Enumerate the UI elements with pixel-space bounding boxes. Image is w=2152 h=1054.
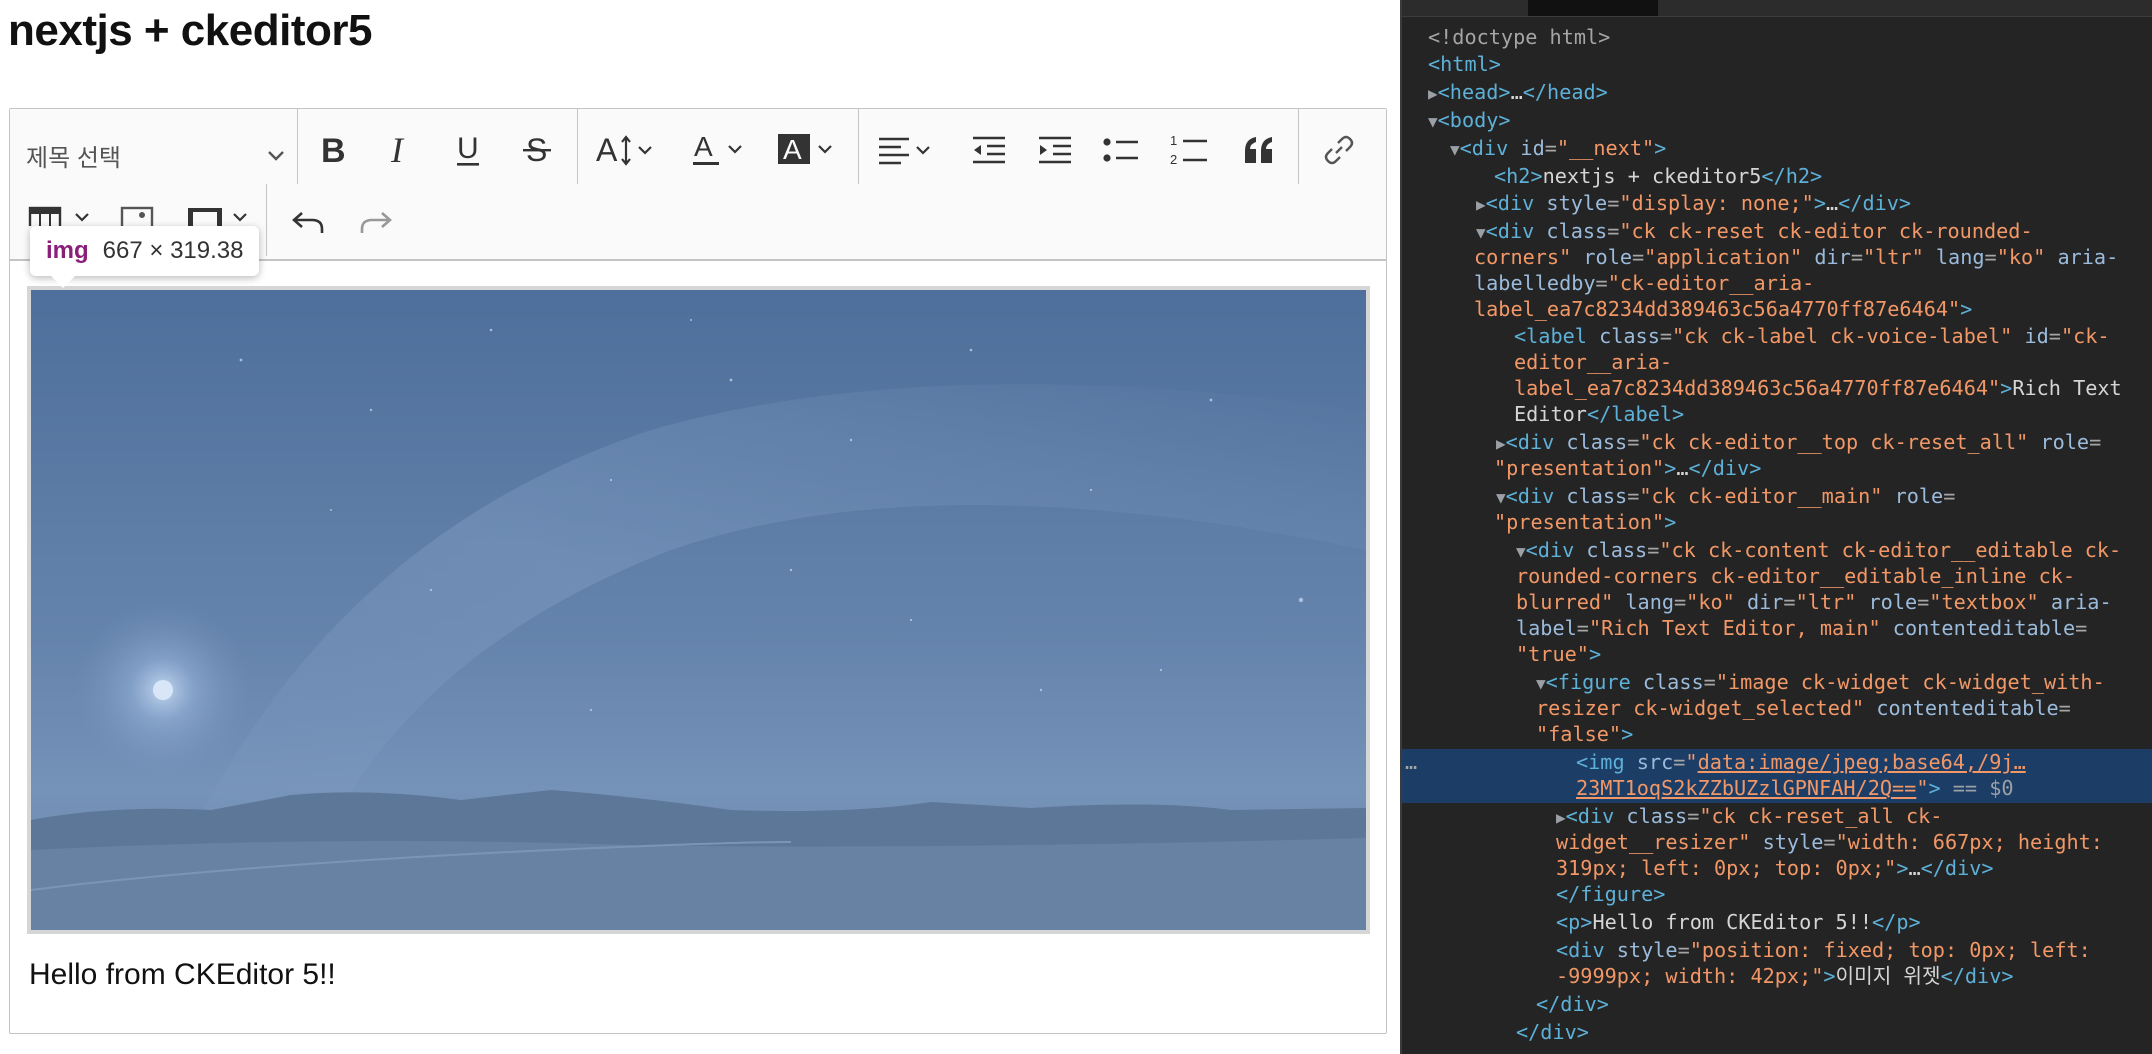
dom-node[interactable]: <div style="position: fixed; top: 0px; l… <box>1402 937 2152 963</box>
svg-text:1: 1 <box>1170 133 1177 148</box>
dom-node-cont: resizer ck-widget_selected" contentedita… <box>1536 696 2071 720</box>
tooltip-dimensions: 667 × 319.38 <box>102 237 244 264</box>
heading-dropdown[interactable]: 제목 선택 <box>26 127 286 183</box>
dom-node[interactable]: ▼<div id="__next"> <box>1402 135 2152 161</box>
dom-node[interactable]: ▶<div class="ck ck-reset_all ck- <box>1402 803 2152 829</box>
svg-text:A: A <box>694 132 713 162</box>
media-embed-icon[interactable] <box>184 200 254 226</box>
page-title: nextjs + ckeditor5 <box>8 6 372 55</box>
alignment-icon[interactable] <box>874 124 944 176</box>
block-quote-icon[interactable] <box>1232 124 1286 176</box>
dom-node-cont: label_ea7c8234dd389463c56a4770ff87e6464"… <box>1514 376 2122 400</box>
dom-node-cont: "presentation"> <box>1494 510 1677 534</box>
dom-node-cont: 23MT1oqS2kZZbUZzlGPNFAH/2Q=="> == $0 <box>1576 776 2014 800</box>
tooltip-tag: img <box>46 237 89 264</box>
dom-node[interactable]: <p>Hello from CKEditor 5!!</p> <box>1402 909 2152 935</box>
redo-icon[interactable] <box>350 196 402 248</box>
dom-node-cont: blurred" lang="ko" dir="ltr" role="textb… <box>1516 590 2112 614</box>
dom-node-cont: -9999px; width: 42px;">이미지 위젯</div> <box>1556 964 2014 988</box>
indent-icon[interactable] <box>1028 124 1082 176</box>
dom-node[interactable]: ▼<div class="ck ck-editor__main" role= <box>1402 483 2152 509</box>
dom-node[interactable]: </div> <box>1402 991 2152 1017</box>
dom-node[interactable]: ▼<body> <box>1402 107 2152 133</box>
italic-icon[interactable]: I <box>374 124 428 176</box>
dom-node[interactable]: </figure> <box>1402 881 2152 907</box>
svg-text:A: A <box>596 133 618 167</box>
dom-node-cont: 319px; left: 0px; top: 0px;">…</div> <box>1556 856 1994 880</box>
bold-icon[interactable]: B <box>306 124 360 176</box>
dom-node-cont: corners" role="application" dir="ltr" la… <box>1474 245 2119 269</box>
svg-text:B: B <box>321 133 346 167</box>
svg-text:A: A <box>783 134 802 165</box>
link-icon[interactable] <box>1312 124 1366 176</box>
devtools-elements-panel: <!doctype html> <html> ▶<head>…</head> ▼… <box>1402 0 2152 1054</box>
insert-image-icon[interactable] <box>118 200 158 226</box>
chevron-down-icon <box>266 141 286 169</box>
dom-node-cont: labelledby="ck-editor__aria- <box>1474 271 1815 295</box>
font-color-icon[interactable]: A <box>688 124 754 176</box>
dom-node-cont: Editor</label> <box>1514 402 1685 426</box>
dom-node-cont: rounded-corners ck-editor__editable_inli… <box>1516 564 2076 588</box>
dom-node-cont: editor__aria- <box>1514 350 1673 374</box>
night-sky-image <box>31 290 1366 930</box>
undo-icon[interactable] <box>282 196 334 248</box>
dom-node-cont: "true"> <box>1516 642 1602 666</box>
font-size-icon[interactable]: A <box>592 124 664 176</box>
strikethrough-icon[interactable]: S <box>510 124 564 176</box>
underline-icon[interactable]: U <box>442 124 496 176</box>
dom-node[interactable]: ▶<head>…</head> <box>1402 79 2152 105</box>
dom-node-cont: widget__resizer" style="width: 667px; he… <box>1556 830 2103 854</box>
node-actions-ellipsis[interactable]: … <box>1405 749 1417 775</box>
editor-paragraph[interactable]: Hello from CKEditor 5!! <box>29 958 336 992</box>
heading-dropdown-label: 제목 선택 <box>26 144 121 172</box>
dom-node[interactable]: ▶<div class="ck ck-editor__top ck-reset_… <box>1402 429 2152 455</box>
dom-node[interactable]: ▼<div class="ck ck-reset ck-editor ck-ro… <box>1402 218 2152 244</box>
bulleted-list-icon[interactable] <box>1094 124 1148 176</box>
insert-table-icon[interactable] <box>26 200 98 226</box>
dom-node-cont: label="Rich Text Editor, main" contented… <box>1516 616 2088 640</box>
outdent-icon[interactable] <box>962 124 1016 176</box>
devtools-tabbar <box>1402 0 2152 17</box>
dom-node[interactable]: ▼<div class="ck ck-content ck-editor__ed… <box>1402 537 2152 563</box>
dom-node[interactable]: </div> <box>1402 1019 2152 1045</box>
dom-node-cont: "presentation">…</div> <box>1494 456 1762 480</box>
dom-node[interactable]: ▶<div style="display: none;">…</div> <box>1402 190 2152 216</box>
dom-node-cont: "false"> <box>1536 722 1634 746</box>
devtools-active-tab[interactable] <box>1528 0 1658 16</box>
dom-node[interactable]: <label class="ck ck-label ck-voice-label… <box>1402 323 2152 349</box>
dom-node[interactable]: <!doctype html> <box>1402 24 2152 50</box>
svg-text:I: I <box>390 133 405 167</box>
image-widget[interactable] <box>27 286 1370 934</box>
font-background-color-icon[interactable]: A <box>774 124 844 176</box>
dom-node[interactable]: <html> <box>1402 51 2152 77</box>
svg-text:2: 2 <box>1170 152 1177 167</box>
numbered-list-icon[interactable]: 12 <box>1162 124 1216 176</box>
dom-node[interactable]: <h2>nextjs + ckeditor5</h2> <box>1402 163 2152 189</box>
dom-node[interactable]: ▼<figure class="image ck-widget ck-widge… <box>1402 669 2152 695</box>
dom-node-cont: label_ea7c8234dd389463c56a4770ff87e6464"… <box>1474 297 1973 321</box>
element-inspector-tooltip: img 667 × 319.38 <box>30 226 260 288</box>
svg-text:U: U <box>457 132 479 165</box>
